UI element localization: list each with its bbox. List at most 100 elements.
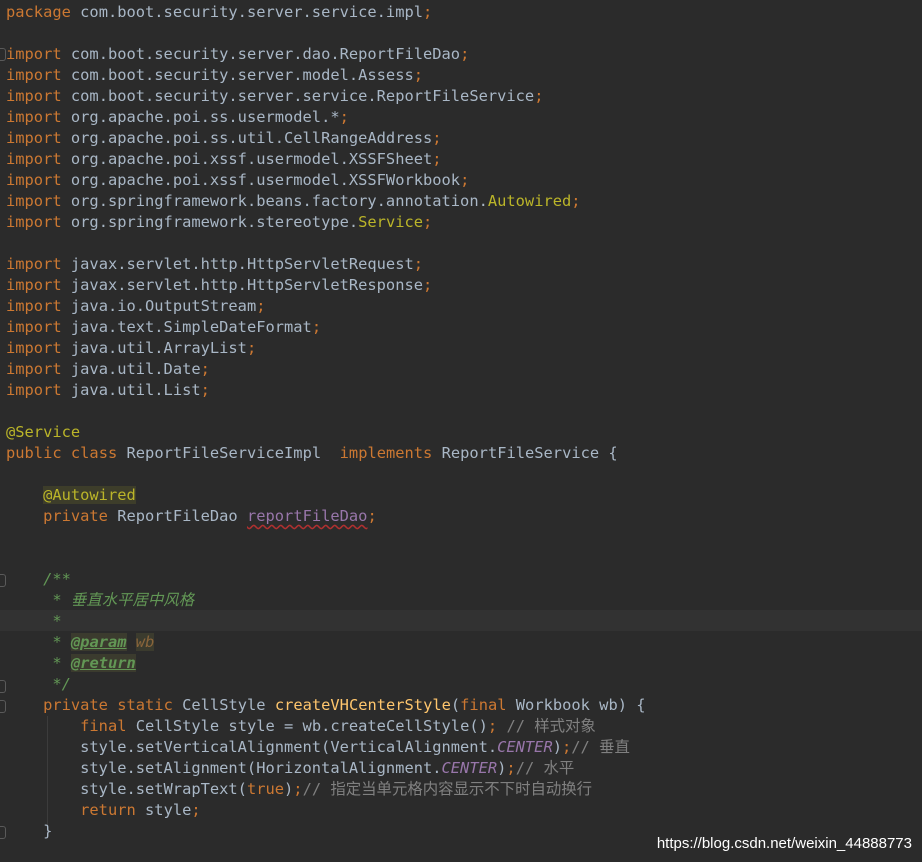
line-comment: // 指定当单元格内容显示不下时自动换行 [302,780,593,798]
return-expression: style [145,801,192,819]
keyword-import: import [6,87,62,105]
code-line-javadoc[interactable]: * 垂直水平居中风格 [6,590,194,611]
keyword-final: final [460,696,507,714]
keyword-public: public [6,444,62,462]
line-comment: // 垂直 [571,738,630,756]
import-path: java.io.OutputStream [70,297,257,315]
semicolon: ; [534,87,544,105]
code-line-javadoc[interactable]: */ [6,674,71,695]
code-line-javadoc[interactable]: * [6,611,61,632]
code-line-import[interactable]: import java.text.SimpleDateFormat; [6,317,321,338]
semicolon: ; [423,276,433,294]
import-path: java.util.Date [70,360,201,378]
code-line-close[interactable]: } [6,821,52,842]
keyword-import: import [6,381,62,399]
return-type: CellStyle [182,696,266,714]
close-paren: ) [284,780,294,798]
import-path: javax.servlet.http.HttpServletRequest [70,255,414,273]
import-path: javax.servlet.http.HttpServletResponse [70,276,423,294]
code-line-import[interactable]: import javax.servlet.http.HttpServletReq… [6,254,423,275]
code-line-import[interactable]: import java.util.ArrayList; [6,338,256,359]
keyword-implements: implements [339,444,433,462]
interface-name: ReportFileService [441,444,600,462]
code-line-method-signature[interactable]: private static CellStyle createVHCenterS… [6,695,646,716]
code-line-annotation[interactable]: @Service [6,422,80,443]
keyword-import: import [6,318,62,336]
close-paren: ) [497,759,507,777]
javadoc-star: * [52,591,62,609]
code-line-annotation[interactable]: @Autowired [6,485,136,506]
semicolon: ; [432,150,442,168]
code-line-class-declaration[interactable]: public class ReportFileServiceImpl imple… [6,443,618,464]
semicolon: ; [487,717,498,735]
code-line-import[interactable]: import org.springframework.stereotype.Se… [6,212,432,233]
code-line-import[interactable]: import org.apache.poi.ss.util.CellRangeA… [6,128,442,149]
import-path: org.springframework.beans.factory.annota… [70,192,488,210]
code-line-javadoc[interactable]: /** [6,569,71,590]
package-name: com.boot.security.server.service.impl [80,3,423,21]
code-line-import[interactable]: import java.util.List; [6,380,210,401]
method-name: createVHCenterStyle [274,696,451,714]
field-type: ReportFileDao [117,507,238,525]
code-line-import[interactable]: import com.boot.security.server.dao.Repo… [6,44,469,65]
code-line-javadoc[interactable]: * @return [6,653,136,674]
code-line-statement[interactable]: style.setWrapText(true);// 指定当单元格内容显示不下时… [6,779,592,800]
import-path: java.util.ArrayList [70,339,247,357]
current-line-highlight [0,610,922,631]
keyword-import: import [6,171,62,189]
semicolon: ; [311,318,322,336]
statement-code: style.setVerticalAlignment(VerticalAlign… [80,738,498,756]
import-path: org.apache.poi.ss.util.CellRangeAddress [70,129,433,147]
semicolon: ; [423,3,433,21]
import-annotation-name: Service [358,213,424,231]
semicolon: ; [293,780,303,798]
semicolon: ; [460,171,470,189]
javadoc-param-name: wb [135,633,155,651]
keyword-private: private [43,696,108,714]
code-line-import[interactable]: import com.boot.security.server.model.As… [6,65,423,86]
code-line-package[interactable]: package com.boot.security.server.service… [6,2,432,23]
code-line-import[interactable]: import org.apache.poi.xssf.usermodel.XSS… [6,149,442,170]
code-line-statement[interactable]: style.setAlignment(HorizontalAlignment.C… [6,758,574,779]
code-line-import[interactable]: import com.boot.security.server.service.… [6,86,543,107]
keyword-true: true [246,780,285,798]
code-line-import[interactable]: import java.io.OutputStream; [6,296,266,317]
keyword-import: import [6,129,62,147]
code-line-import[interactable]: import org.apache.poi.xssf.usermodel.XSS… [6,170,469,191]
import-path: org.apache.poi.xssf.usermodel.XSSFWorkbo… [70,171,461,189]
code-line-import[interactable]: import java.util.Date; [6,359,210,380]
javadoc-close: */ [52,675,71,693]
code-editor[interactable]: package com.boot.security.server.service… [0,0,922,862]
keyword-import: import [6,255,62,273]
semicolon: ; [200,360,210,378]
semicolon: ; [413,255,424,273]
annotation-service: @Service [6,423,81,441]
keyword-import: import [6,213,62,231]
code-line-field[interactable]: private ReportFileDao reportFileDao; [6,506,377,527]
import-path: org.apache.poi.xssf.usermodel.XSSFSheet [70,150,433,168]
javadoc-return-tag: @return [70,654,136,672]
code-line-javadoc[interactable]: * @param wb [6,632,155,653]
code-line-statement[interactable]: style.setVerticalAlignment(VerticalAlign… [6,737,630,758]
semicolon: ; [367,507,377,525]
semicolon: ; [200,381,210,399]
import-path: com.boot.security.server.service.ReportF… [70,87,535,105]
keyword-static: static [117,696,173,714]
import-path: com.boot.security.server.model.Assess [70,66,414,84]
code-line-import[interactable]: import org.springframework.beans.factory… [6,191,581,212]
semicolon: ; [256,297,266,315]
keyword-private: private [43,507,108,525]
keyword-import: import [6,360,62,378]
keyword-package: package [6,3,71,21]
keyword-return: return [80,801,136,819]
parameter-list: Workbook wb) { [515,696,646,714]
javadoc-star: * [52,654,62,672]
code-line-import[interactable]: import javax.servlet.http.HttpServletRes… [6,275,432,296]
code-line-statement[interactable]: final CellStyle style = wb.createCellSty… [6,716,596,737]
import-path: java.text.SimpleDateFormat [70,318,312,336]
keyword-import: import [6,276,62,294]
semicolon: ; [423,213,433,231]
code-line-return[interactable]: return style; [6,800,201,821]
code-line-import[interactable]: import org.apache.poi.ss.usermodel.*; [6,107,349,128]
keyword-import: import [6,192,62,210]
